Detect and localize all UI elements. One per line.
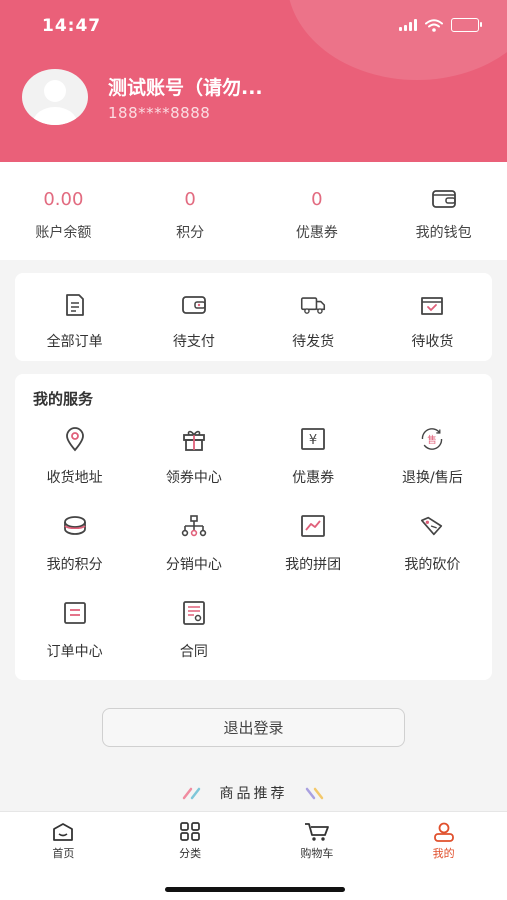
signal-icon	[399, 19, 417, 31]
recommend-title: 商品推荐	[219, 786, 288, 802]
battery-icon	[451, 18, 482, 32]
stat-label: 账户余额	[35, 225, 92, 241]
tab-label: 首页	[52, 847, 75, 860]
service-label: 收货地址	[46, 470, 103, 486]
order-label: 待收货	[411, 334, 454, 350]
services-row: 订单中心 合同	[15, 600, 492, 661]
service-points[interactable]: 我的积分	[15, 513, 134, 574]
tab-bar: 首页 分类 购物车 我的	[0, 811, 507, 900]
profile-icon	[433, 822, 454, 842]
service-contract[interactable]: 合同	[134, 600, 253, 661]
tab-cart[interactable]: 购物车	[254, 812, 381, 862]
services-title: 我的服务	[33, 390, 94, 408]
order-center-icon	[62, 600, 88, 626]
cart-icon	[304, 823, 329, 841]
bargain-icon	[419, 513, 445, 539]
wallet-icon	[431, 188, 457, 212]
tab-category[interactable]: 分类	[127, 812, 254, 862]
order-all[interactable]: 全部订单	[15, 273, 134, 361]
tab-label: 购物车	[300, 847, 334, 860]
user-name[interactable]: 测试账号（请勿...	[108, 73, 263, 100]
status-bar: 14:47	[0, 0, 507, 50]
decoration-slash-icon	[182, 787, 200, 800]
order-label: 全部订单	[46, 334, 103, 350]
stat-wallet[interactable]: 我的钱包	[380, 162, 507, 260]
location-icon	[62, 426, 88, 452]
order-label: 待发货	[292, 334, 335, 350]
after-sales-glyph: 售	[428, 434, 438, 446]
pending-receipt-icon	[419, 292, 445, 318]
service-label: 订单中心	[46, 644, 103, 660]
service-label: 分销中心	[165, 557, 222, 573]
svg-text:¥: ¥	[309, 433, 317, 448]
stat-value: 0	[184, 189, 196, 210]
wifi-icon	[425, 18, 443, 32]
service-bargain[interactable]: 我的砍价	[373, 513, 492, 574]
tab-label: 分类	[179, 847, 202, 860]
service-label: 退换/售后	[402, 470, 463, 486]
pending-payment-icon	[181, 292, 207, 318]
service-address[interactable]: 收货地址	[15, 426, 134, 487]
stat-value: 0.00	[43, 189, 84, 210]
tab-profile[interactable]: 我的	[380, 812, 507, 862]
user-phone: 188****8888	[108, 104, 211, 122]
tab-home[interactable]: 首页	[0, 812, 127, 862]
service-label: 我的砍价	[404, 557, 461, 573]
pending-shipment-icon	[300, 292, 326, 318]
home-indicator	[165, 887, 345, 892]
all-orders-icon	[62, 292, 88, 318]
profile-header: 14:47 测试账号（请勿... 188****8888	[0, 0, 507, 162]
service-order-center[interactable]: 订单中心	[15, 600, 134, 661]
order-label: 待支付	[172, 334, 215, 350]
order-pending-shipment[interactable]: 待发货	[254, 273, 373, 361]
stat-value: 0	[311, 189, 323, 210]
points-icon	[62, 513, 88, 539]
service-label: 领券中心	[165, 470, 222, 486]
tab-label: 我的	[432, 847, 455, 860]
orders-card: 全部订单 待支付 待发货 待收货	[15, 273, 492, 361]
stat-points[interactable]: 0 积分	[127, 162, 254, 260]
decoration-slash-icon	[305, 787, 323, 800]
service-label: 我的积分	[46, 557, 103, 573]
distribution-icon	[181, 513, 207, 539]
category-icon	[180, 822, 200, 841]
group-buy-icon	[300, 513, 326, 539]
service-group-buy[interactable]: 我的拼团	[254, 513, 373, 574]
stat-label: 优惠券	[295, 225, 338, 241]
recommend-heading: 商品推荐	[0, 782, 507, 804]
service-label: 我的拼团	[285, 557, 342, 573]
service-label: 优惠券	[292, 470, 335, 486]
order-pending-receipt[interactable]: 待收货	[373, 273, 492, 361]
service-distribution[interactable]: 分销中心	[134, 513, 253, 574]
logout-button[interactable]: 退出登录	[102, 708, 405, 747]
stat-label: 我的钱包	[415, 225, 472, 241]
services-row: 我的积分 分销中心 我的拼团 我的砍价	[15, 513, 492, 574]
stat-balance[interactable]: 0.00 账户余额	[0, 162, 127, 260]
services-row: 收货地址 领券中心 ¥ 优惠券 售 退换/售后	[15, 426, 492, 487]
gift-icon	[181, 426, 207, 452]
services-card: 我的服务 收货地址 领券中心 ¥ 优惠券 售 退换/售后 我的积分 分销中心 我…	[15, 374, 492, 680]
avatar[interactable]	[22, 69, 88, 125]
stat-label: 积分	[176, 225, 205, 241]
coupon-icon: ¥	[300, 426, 326, 452]
service-after-sales[interactable]: 售 退换/售后	[373, 426, 492, 487]
service-coupon-center[interactable]: 领券中心	[134, 426, 253, 487]
stat-coupons[interactable]: 0 优惠券	[254, 162, 381, 260]
service-coupons[interactable]: ¥ 优惠券	[254, 426, 373, 487]
service-label: 合同	[179, 644, 208, 660]
contract-icon	[181, 600, 207, 626]
account-stats: 0.00 账户余额 0 积分 0 优惠券 我的钱包	[0, 162, 507, 260]
order-pending-payment[interactable]: 待支付	[134, 273, 253, 361]
home-icon	[53, 823, 74, 841]
after-sales-icon: 售	[419, 426, 445, 452]
status-time: 14:47	[42, 16, 102, 36]
status-icons	[399, 18, 482, 32]
